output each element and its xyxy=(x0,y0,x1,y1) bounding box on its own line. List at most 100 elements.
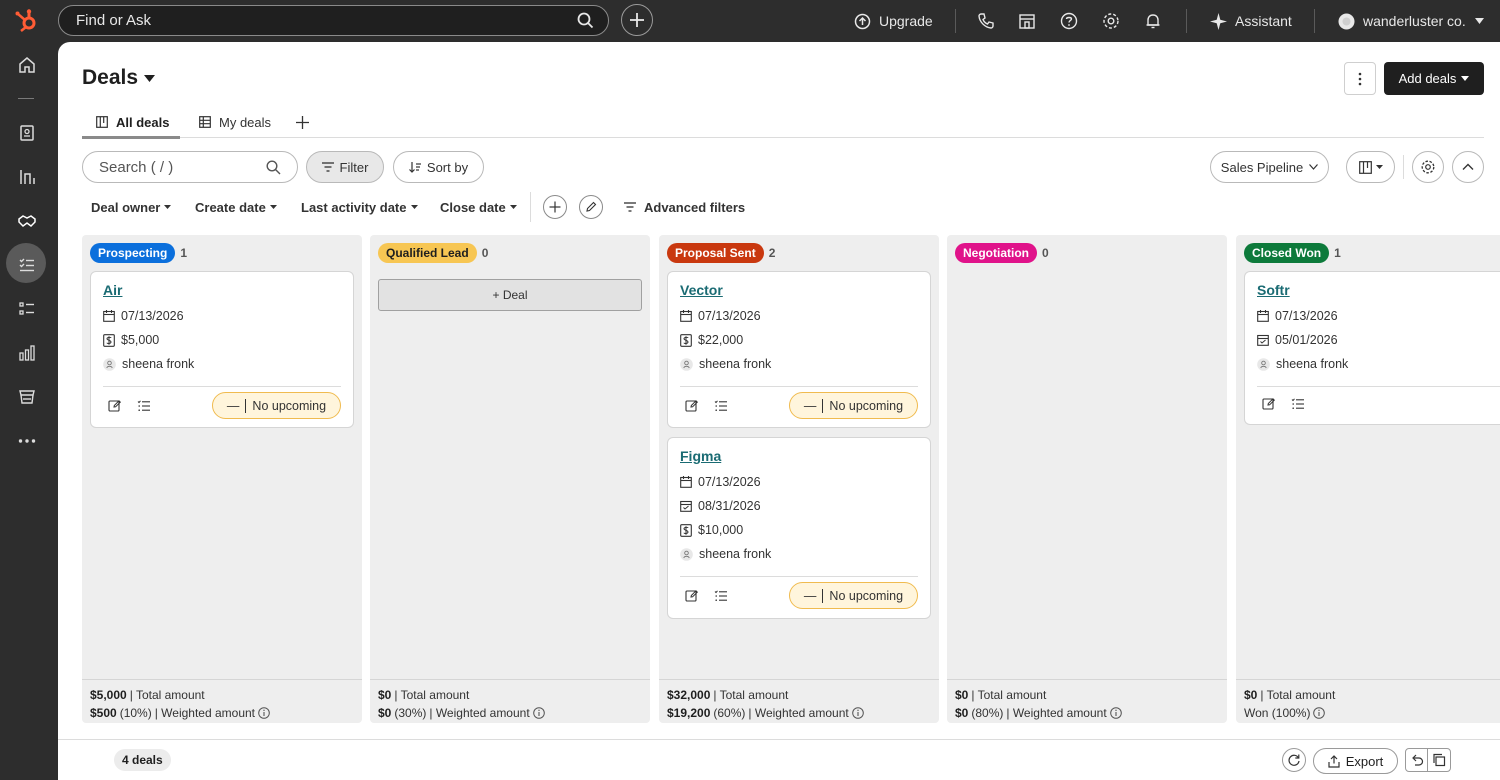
note-icon[interactable] xyxy=(685,589,699,603)
advanced-filters-label: Advanced filters xyxy=(644,199,746,215)
edit-filters-button[interactable] xyxy=(579,195,603,219)
more-actions-button[interactable] xyxy=(1344,62,1376,95)
pipeline-select[interactable]: Sales Pipeline xyxy=(1210,151,1329,183)
column-proposal-sent: Proposal Sent 2 Vector 07/13/2026 $22,00… xyxy=(659,235,939,723)
deal-card-figma[interactable]: Figma 07/13/2026 08/31/2026 $10,000 shee… xyxy=(667,437,931,619)
note-icon[interactable] xyxy=(108,399,122,413)
stage-count: 2 xyxy=(768,246,776,260)
add-view-button[interactable] xyxy=(296,106,309,138)
account-menu[interactable]: wanderluster co. xyxy=(1338,0,1492,42)
activity-status-badge[interactable]: — No upcoming xyxy=(789,582,918,609)
owner-row: sheena fronk xyxy=(680,545,771,563)
create-date-value: 07/13/2026 xyxy=(698,309,761,323)
column-summary: $0 | Total amount Won (100%) xyxy=(1236,679,1500,723)
deal-card-softr[interactable]: Softr 07/13/2026 05/01/2026 sheena fronk xyxy=(1244,271,1500,425)
tab-my-deals[interactable]: My deals xyxy=(199,106,271,138)
column-header: Prospecting 1 xyxy=(90,243,187,263)
weighted-amount-value: $19,200 xyxy=(667,706,711,720)
amount-value: $10,000 xyxy=(698,523,744,537)
deal-name-link[interactable]: Softr xyxy=(1257,282,1290,298)
board-view-select[interactable] xyxy=(1346,151,1395,183)
info-icon[interactable] xyxy=(1313,707,1326,719)
tab-all-deals[interactable]: All deals xyxy=(96,106,169,138)
deal-name-link[interactable]: Vector xyxy=(680,282,723,298)
info-icon[interactable] xyxy=(532,707,545,719)
search-icon xyxy=(266,160,281,175)
sort-icon xyxy=(408,161,421,173)
list-icon[interactable] xyxy=(17,299,37,319)
refresh-button[interactable] xyxy=(1282,748,1306,772)
global-search-input[interactable]: Find or Ask xyxy=(58,5,609,36)
marketplace-icon[interactable] xyxy=(1017,11,1037,31)
task-list-icon[interactable] xyxy=(714,399,728,413)
activity-status-badge[interactable]: — No upcoming xyxy=(212,392,341,419)
reports-icon[interactable] xyxy=(17,343,37,363)
pencil-icon xyxy=(586,201,597,212)
activity-dash: — xyxy=(803,398,817,413)
more-icon[interactable] xyxy=(17,431,37,451)
add-filter-button[interactable] xyxy=(543,195,567,219)
column-negotiation: Negotiation 0 $0 | Total amount $0 (80%) | … xyxy=(947,235,1227,723)
activity-separator xyxy=(822,398,824,413)
collapse-button[interactable] xyxy=(1452,151,1484,183)
create-date-filter[interactable]: Create date xyxy=(195,197,277,217)
help-icon[interactable] xyxy=(1059,11,1079,31)
chevron-down-icon xyxy=(1309,164,1319,170)
deal-card-vector[interactable]: Vector 07/13/2026 $22,000 sheena fronk —… xyxy=(667,271,931,428)
deal-card-air[interactable]: Air 07/13/2026 $5,000 sheena fronk — No … xyxy=(90,271,354,428)
refresh-icon xyxy=(1288,754,1300,766)
deal-owner-filter[interactable]: Deal owner xyxy=(91,197,172,217)
last-activity-date-filter[interactable]: Last activity date xyxy=(301,197,418,217)
commerce-icon[interactable] xyxy=(17,387,37,407)
tasks-icon[interactable] xyxy=(17,255,37,275)
page-title-dropdown[interactable]: Deals xyxy=(82,66,156,90)
deal-name-link[interactable]: Figma xyxy=(680,448,721,464)
activity-status-label: No upcoming xyxy=(829,398,904,413)
assistant-button[interactable]: Assistant xyxy=(1210,0,1292,42)
note-icon[interactable] xyxy=(685,399,699,413)
caret-down-icon xyxy=(509,205,517,209)
total-amount-value: $0 xyxy=(378,688,392,702)
contacts-icon[interactable] xyxy=(17,123,37,143)
gear-icon[interactable] xyxy=(1101,11,1121,31)
divider xyxy=(1403,155,1404,179)
person-icon xyxy=(680,547,693,561)
filter-button[interactable]: Filter xyxy=(306,151,384,183)
undo-button[interactable] xyxy=(1406,749,1429,771)
add-deals-button[interactable]: Add deals xyxy=(1384,62,1484,95)
add-deal-button[interactable]: + Deal xyxy=(378,279,642,311)
amount-row: $5,000 xyxy=(103,331,159,349)
deal-search-input[interactable]: Search ( / ) xyxy=(82,151,298,183)
board-settings-button[interactable] xyxy=(1412,151,1444,183)
copy-button[interactable] xyxy=(1428,749,1450,771)
sort-by-button[interactable]: Sort by xyxy=(393,151,484,183)
handshake-icon[interactable] xyxy=(17,211,37,231)
phone-icon[interactable] xyxy=(976,11,996,31)
bell-icon[interactable] xyxy=(1143,11,1163,31)
library-icon[interactable] xyxy=(17,167,37,187)
export-button[interactable]: Export xyxy=(1313,748,1398,774)
deal-name-link[interactable]: Air xyxy=(103,282,122,298)
task-list-icon[interactable] xyxy=(1291,397,1305,411)
hubspot-logo-icon[interactable] xyxy=(14,8,40,34)
close-date-value: 08/31/2026 xyxy=(698,499,761,513)
activity-status-badge[interactable]: — No upcoming xyxy=(789,392,918,419)
upgrade-button[interactable]: Upgrade xyxy=(854,0,933,42)
calendar-check-icon xyxy=(680,500,692,512)
info-icon[interactable] xyxy=(1109,707,1122,719)
advanced-filters-button[interactable]: Advanced filters xyxy=(624,197,745,217)
note-icon[interactable] xyxy=(1262,397,1276,411)
create-date-value: 07/13/2026 xyxy=(698,475,761,489)
close-date-filter[interactable]: Close date xyxy=(440,197,517,217)
view-tabs: All deals My deals xyxy=(82,106,1484,139)
weighted-amount-value: $0 xyxy=(378,706,392,720)
info-icon[interactable] xyxy=(851,707,864,719)
amount-row: $22,000 xyxy=(680,331,743,349)
create-new-button[interactable] xyxy=(621,4,653,36)
home-icon[interactable] xyxy=(17,55,37,75)
export-icon xyxy=(1328,754,1340,768)
owner-value: sheena fronk xyxy=(1276,357,1349,371)
task-list-icon[interactable] xyxy=(714,589,728,603)
task-list-icon[interactable] xyxy=(137,399,151,413)
info-icon[interactable] xyxy=(258,707,270,719)
